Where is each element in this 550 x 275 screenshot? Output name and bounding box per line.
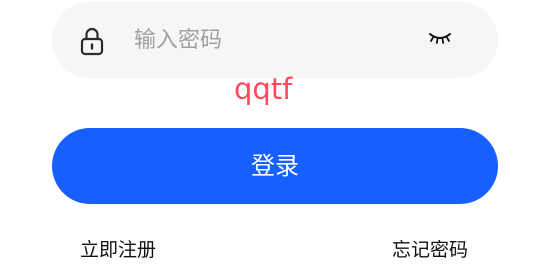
password-input[interactable] — [134, 20, 394, 60]
password-field[interactable] — [52, 2, 498, 78]
login-button[interactable]: 登录 — [52, 128, 498, 204]
lock-icon — [80, 27, 104, 56]
captcha-code[interactable]: qqtf — [234, 69, 292, 109]
register-link[interactable]: 立即注册 — [80, 236, 156, 264]
forgot-password-link[interactable]: 忘记密码 — [392, 236, 468, 264]
eye-closed-icon[interactable] — [428, 30, 452, 46]
login-form: qqtf 登录 立即注册 忘记密码 — [0, 0, 550, 275]
